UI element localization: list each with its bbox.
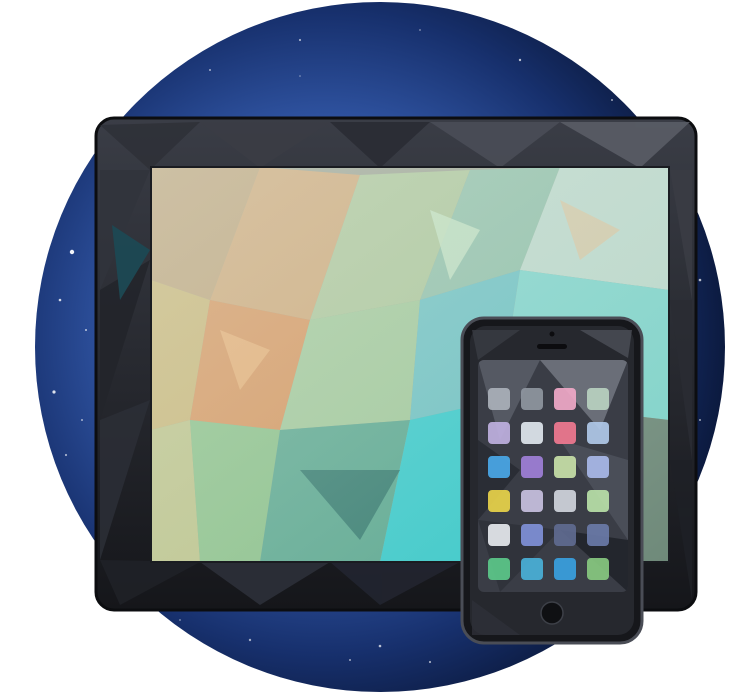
app-icon[interactable] (488, 456, 510, 478)
front-camera (549, 331, 555, 337)
app-icon[interactable] (554, 388, 576, 410)
app-icon[interactable] (554, 490, 576, 512)
app-icon[interactable] (488, 422, 510, 444)
app-icon[interactable] (521, 422, 543, 444)
app-icon[interactable] (587, 524, 609, 546)
app-icon[interactable] (587, 456, 609, 478)
app-icon[interactable] (488, 388, 510, 410)
app-icon[interactable] (488, 490, 510, 512)
app-icon[interactable] (488, 558, 510, 580)
app-icon[interactable] (554, 558, 576, 580)
illustration (0, 0, 730, 696)
app-icon[interactable] (521, 388, 543, 410)
app-icon[interactable] (521, 524, 543, 546)
app-icon[interactable] (554, 422, 576, 444)
app-icon[interactable] (587, 490, 609, 512)
app-icon[interactable] (488, 524, 510, 546)
devices-illustration (35, 2, 725, 692)
app-icon[interactable] (554, 524, 576, 546)
app-icon[interactable] (587, 422, 609, 444)
app-icon[interactable] (587, 558, 609, 580)
app-icon[interactable] (587, 388, 609, 410)
phone-screen (478, 360, 628, 592)
phone (460, 316, 644, 645)
app-icon[interactable] (521, 456, 543, 478)
app-icon[interactable] (521, 558, 543, 580)
speaker-grille (537, 344, 567, 349)
app-icon[interactable] (521, 490, 543, 512)
app-icon[interactable] (554, 456, 576, 478)
home-button[interactable] (540, 601, 564, 625)
